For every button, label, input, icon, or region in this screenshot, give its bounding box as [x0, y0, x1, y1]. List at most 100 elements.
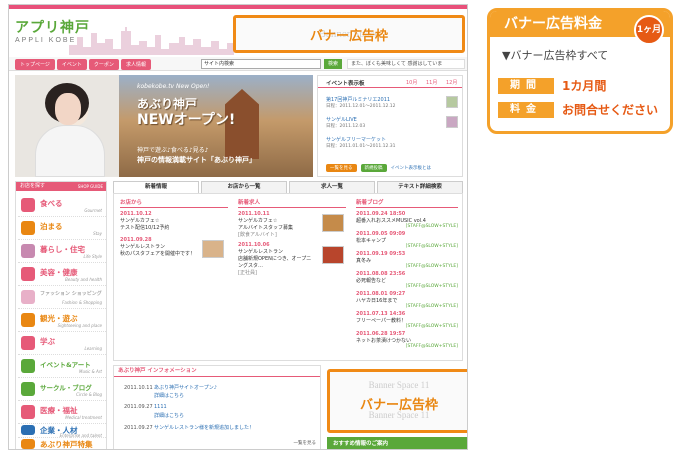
event-item-title[interactable]: サンゲルフリーマーケット [326, 136, 446, 143]
info-link[interactable]: 1111 [154, 404, 167, 410]
category-fashion[interactable]: ファッション ショッピング Fashion & Shopping [18, 286, 106, 309]
category-special[interactable]: あぶり神戸特集 [18, 438, 106, 449]
recommend-header: おすすめ情報のご案内 [327, 437, 467, 449]
list-item[interactable]: 2011.08.01 09:27 ハヤカ日16年まで [STAFF@SLOW+STY… [356, 291, 458, 309]
event-item-date: 日程：2011.12.03 [326, 124, 366, 129]
info-link[interactable]: サンゲルレストラン様を新規追加しました！ [154, 425, 254, 431]
event-about-link[interactable]: イベント表示板とは [391, 165, 432, 171]
category-medical[interactable]: 医療・福祉 Medical treatment [18, 401, 106, 424]
news-ticker: また、ぼくも美味しくて 感謝はしていま [347, 59, 465, 69]
event-thumbnail [446, 116, 458, 128]
list-item[interactable]: 2011.07.13 14:36 フリーペーパー教料！ [STAFF@SLOW+ST… [356, 311, 458, 329]
nav-item-coupon[interactable]: クーポン [88, 59, 119, 70]
month-tab-dec[interactable]: 12月 [446, 79, 457, 86]
top-banner-ad-slot[interactable]: Banner Space バナー広告枠 [233, 15, 465, 53]
category-event-art[interactable]: イベント&アート Music & Art [18, 355, 106, 378]
list-item[interactable]: 2011.09.05 09:09 松本キャンプ [STAFF@SLOW+STYLE] [356, 231, 458, 249]
fork-knife-icon [21, 198, 35, 212]
category-enterprise[interactable]: 企業・人材 Enterprise and talent [18, 424, 106, 438]
price-row: 料金 お問合せください [498, 101, 658, 118]
cafe-thumbnail [322, 214, 344, 232]
category-sidebar: お店を探す SHOP GUIDE 食べる Gourmet 泊まる Stay 暮らし・… [15, 181, 107, 449]
category-name: サークル・ブログ [40, 384, 92, 392]
category-learning[interactable]: 学ぶ Learning [18, 332, 106, 355]
item-line: 松本キャンプ [356, 238, 386, 244]
nav-item-jobs[interactable]: 求人情報 [120, 59, 151, 70]
period-value: 1カ月間 [562, 79, 607, 93]
period-label: 期間 [498, 77, 554, 94]
hero-line-4: 神戸で遊ぶ♪食べる♪見る♪ [137, 147, 209, 154]
item-source: [STAFF@SLOW+STYLE] [405, 324, 458, 329]
event-post-button[interactable]: 新規投稿 [360, 164, 387, 172]
info-row[interactable]: 2011.09.271111 [124, 404, 167, 410]
list-item[interactable]: 2011.06.28 19:57 ネットお茶漬けつかない [STAFF@SLOW+S… [356, 331, 458, 349]
list-item[interactable]: 2011.10.12 サンゲルカフェ☆ テスト配信10/12予約 [120, 211, 228, 231]
category-en: Beauty and health [65, 277, 102, 282]
nav-item-top[interactable]: トップページ [15, 59, 55, 70]
info-detail[interactable]: 詳細はこちら [154, 412, 184, 419]
event-item[interactable]: サンゲルフリーマーケット 日程：2011.01.01〜2011.12.31 [326, 136, 446, 149]
nav-item-event[interactable]: イベント [56, 59, 87, 70]
list-item[interactable]: 2011.09.24 18:50 超番入れおススメMUSIC vol.4 [STAF… [356, 211, 458, 229]
event-item-title[interactable]: 第17回神戸ルミナリエ2011 [326, 96, 446, 103]
blog-title: 新着ブログ [356, 198, 458, 208]
content-tabs: 新着情報 お店から一覧 求人一覧 テキスト詳細検索 [113, 181, 463, 193]
category-en: Gourmet [84, 208, 102, 213]
item-line: [飲食アルバイト] [238, 232, 277, 238]
shopping-bag-icon [21, 290, 35, 304]
month-tab-nov[interactable]: 11月 [426, 79, 437, 86]
sightseeing-icon [21, 313, 35, 327]
category-beauty[interactable]: 美容・健康 Beauty and health [18, 263, 106, 286]
category-en: Life Style [83, 254, 102, 259]
tab-new-info[interactable]: 新着情報 [113, 181, 199, 193]
item-line: 真冬み [356, 258, 372, 264]
category-name: 学ぶ [40, 337, 55, 346]
info-date: 2011.09.27 [124, 404, 153, 410]
month-tab-oct[interactable]: 10月 [406, 79, 417, 86]
banner-label: バナー広告枠 [309, 28, 388, 44]
information-panel: あぶり神戸 インフォメーション 2011.10.11あぶり神戸サイトオープン♪ … [113, 365, 321, 449]
hero-banner[interactable]: kobekobe.tv New Open! あぶり神戸 NEWオープン! 神戸で… [15, 75, 313, 177]
item-line: ネットお茶漬けつかない [356, 338, 412, 344]
hero-line-5: 神戸の情報満載サイト「あぶり神戸」 [137, 156, 256, 164]
category-stay[interactable]: 泊まる Stay [18, 217, 106, 240]
tab-shop-list[interactable]: お店から一覧 [201, 181, 287, 193]
tab-text-search[interactable]: テキスト詳細検索 [377, 181, 463, 193]
event-item[interactable]: サンゲルLIVE 日程：2011.12.03 [326, 116, 446, 129]
site-search-input[interactable]: サイト内検索 [201, 59, 321, 69]
category-name: あぶり神戸特集 [40, 440, 93, 449]
category-gourmet[interactable]: 食べる Gourmet [18, 194, 106, 217]
event-item[interactable]: 第17回神戸ルミナリエ2011 日程：2011.12.01〜2011.12.12 [326, 96, 446, 109]
info-row[interactable]: 2011.09.27サンゲルレストラン様を新規追加しました！ [124, 424, 254, 431]
list-item[interactable]: 2011.09.19 09:53 真冬み [STAFF@SLOW+STYLE] [356, 251, 458, 269]
event-list-button[interactable]: 一覧を見る [326, 164, 357, 172]
hero-line-1: kobekobe.tv New Open! [137, 83, 210, 90]
category-circle-blog[interactable]: サークル・ブログ Circle & Blog [18, 378, 106, 401]
event-board-actions: 一覧を見る 新規投稿 イベント表示板とは [326, 164, 431, 172]
search-button[interactable]: 検索 [324, 59, 342, 69]
info-detail-link[interactable]: 詳細はこちら [154, 413, 184, 419]
item-line: 必死報告など [356, 278, 387, 284]
tab-job-list[interactable]: 求人一覧 [289, 181, 375, 193]
info-more-link[interactable]: 一覧を見る [294, 440, 317, 446]
category-name: 食べる [40, 199, 63, 208]
item-source: [STAFF@SLOW+STYLE] [405, 244, 458, 249]
category-life[interactable]: 暮らし・住宅 Life Style [18, 240, 106, 263]
info-link[interactable]: あぶり神戸サイトオープン♪ [154, 385, 217, 391]
site-preview: アプリ神戸 APPLI KOBE Banner Space バナー広告枠 トップ… [8, 4, 468, 450]
item-line: テスト配信10/12予約 [120, 225, 170, 231]
cosmetics-icon [21, 267, 35, 281]
event-item-title[interactable]: サンゲルLIVE [326, 116, 446, 123]
category-en: Fashion & Shopping [62, 300, 102, 305]
house-icon [21, 244, 35, 258]
jobs-column: 新着求人 2011.10.11 サンゲルカフェ☆ アルバイトスタッフ募集 [飲食… [238, 198, 346, 280]
info-detail[interactable]: 詳細はこちら [154, 392, 184, 399]
info-row[interactable]: 2011.10.11あぶり神戸サイトオープン♪ [124, 384, 217, 391]
info-detail-link[interactable]: 詳細はこちら [154, 393, 184, 399]
category-sightseeing[interactable]: 観光・遊ぶ Sightseeing and place [18, 309, 106, 332]
pricing-description: ▼バナー広告枠すべて [502, 49, 609, 62]
category-name: 暮らし・住宅 [40, 245, 85, 254]
side-banner-ad-slot[interactable]: Banner Space 11 バナー広告枠 Banner Space 11 [327, 369, 467, 433]
hero-face-shape [55, 93, 81, 125]
list-item[interactable]: 2011.08.08 23:56 必死報告など [STAFF@SLOW+STYLE] [356, 271, 458, 289]
